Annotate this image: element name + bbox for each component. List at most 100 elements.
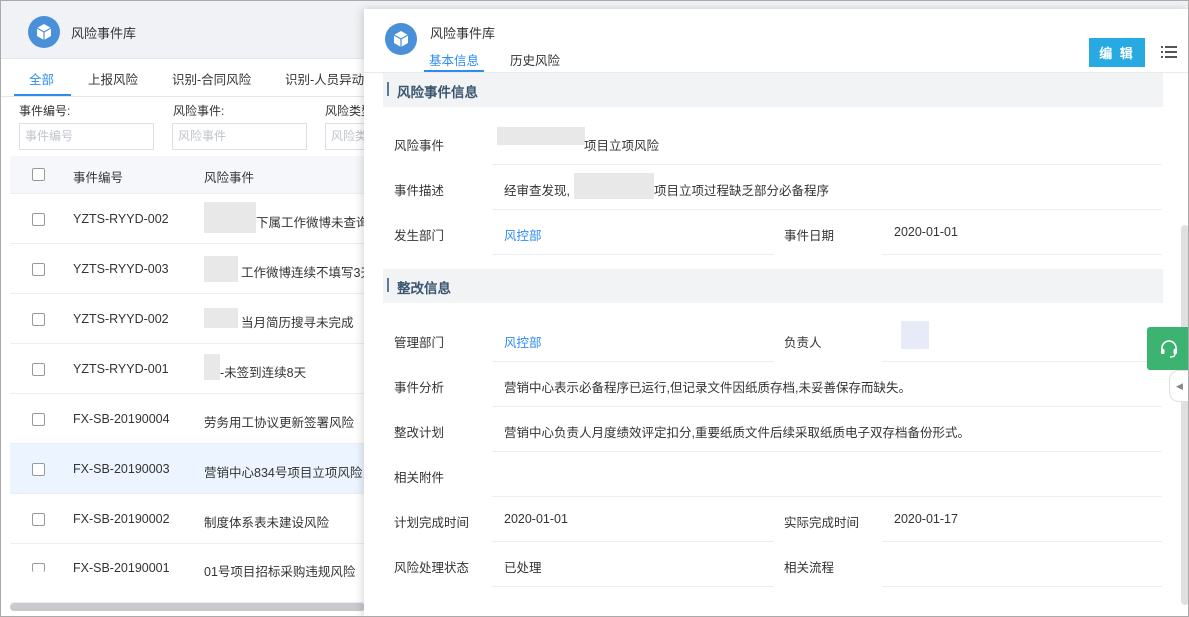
row-checkbox[interactable] [32, 363, 45, 376]
row-risk-event: 劳务用工协议更新签署风险 [204, 416, 355, 430]
row-risk-event: 制度体系表未建设风险 [204, 516, 330, 530]
row-risk-event: 工作微博连续不填写3天 [241, 266, 373, 280]
filter-label-event-code: 事件编号: [19, 104, 71, 118]
row-risk-event: -未签到连续8天 [220, 366, 307, 380]
value-event-desc-prefix: 经审查发现, [504, 184, 570, 198]
tab-all[interactable]: 全部 [29, 69, 54, 88]
redacted-block [204, 256, 238, 282]
header-event-code: 事件编号 [73, 171, 124, 185]
drawer-vertical-scrollbar[interactable] [1181, 225, 1188, 605]
tab-active-indicator [14, 94, 71, 96]
value-analysis: 营销中心表示必备程序已运行,但记录文件因纸质存档,未妥善保存而缺失。 [504, 381, 911, 395]
section-title: 风险事件信息 [397, 85, 478, 100]
row-checkbox[interactable] [32, 263, 45, 276]
app-window: 风险事件库 全部 上报风险 识别-合同风险 识别-人员异动 事件编号: 风险事件… [0, 0, 1189, 617]
drawer-body: 风险事件信息 风险事件 项目立项风险 事件描述 经审查发现, 项目立项过程缺乏部… [364, 73, 1176, 616]
value-plan: 营销中心负责人月度绩效评定扣分,重要纸质文件后续采取纸质电子双存档备份形式。 [504, 426, 970, 440]
tab-contract-risk[interactable]: 识别-合同风险 [172, 69, 251, 88]
redacted-avatar [901, 321, 929, 349]
section-title: 整改信息 [397, 281, 451, 296]
section-event-info: 风险事件信息 [383, 73, 1163, 107]
drawer-header: 风险事件库 基本信息 历史风险 编 辑 [364, 9, 1188, 73]
redacted-block [497, 127, 585, 145]
row-checkbox[interactable] [32, 463, 45, 476]
customer-service-button[interactable] [1147, 327, 1188, 370]
row-event-code: YZTS-RYYD-001 [73, 362, 169, 376]
redacted-block [574, 173, 654, 199]
row-risk-event: 当月简历搜寻未完成 [241, 316, 354, 330]
app-logo-icon [28, 16, 60, 48]
tab-basic-info[interactable]: 基本信息 [429, 50, 479, 69]
label-mgmt-dept: 管理部门 [394, 336, 445, 350]
select-all-checkbox[interactable] [32, 168, 45, 181]
value-actual-date: 2020-01-17 [894, 512, 958, 526]
row-event-code: FX-SB-20190003 [73, 462, 170, 476]
label-risk-event: 风险事件 [394, 139, 445, 153]
label-attachments: 相关附件 [394, 471, 445, 485]
row-checkbox[interactable] [32, 413, 45, 426]
header-risk-event: 风险事件 [204, 171, 255, 185]
row-risk-event: 下属工作微博未查询 [256, 216, 369, 230]
edit-button[interactable]: 编 辑 [1089, 38, 1145, 67]
tab-history-risk[interactable]: 历史风险 [510, 50, 560, 69]
value-mgmt-dept-link[interactable]: 风控部 [504, 332, 542, 351]
divider [492, 451, 1162, 452]
value-event-date: 2020-01-01 [894, 225, 958, 239]
row-event-code: YZTS-RYYD-003 [73, 262, 169, 276]
label-analysis: 事件分析 [394, 381, 445, 395]
event-code-input[interactable]: 事件编号 [19, 123, 154, 150]
row-event-code: YZTS-RYYD-002 [73, 212, 169, 226]
value-plan-date: 2020-01-01 [504, 512, 568, 526]
tab-personnel-change[interactable]: 识别-人员异动 [285, 69, 364, 88]
row-checkbox[interactable] [32, 513, 45, 526]
section-accent [387, 82, 389, 96]
risk-event-input[interactable]: 风险事件 [172, 123, 307, 150]
row-event-code: FX-SB-20190001 [73, 561, 170, 575]
collapse-arrow-icon[interactable]: ◀ [1169, 370, 1188, 402]
section-accent [387, 278, 389, 292]
divider [492, 586, 774, 587]
value-dept-link[interactable]: 风控部 [504, 225, 542, 244]
label-plan: 整改计划 [394, 426, 445, 440]
divider [492, 209, 1162, 210]
label-flow: 相关流程 [784, 561, 835, 575]
label-event-desc: 事件描述 [394, 184, 445, 198]
divider [492, 406, 1162, 407]
headset-icon [1160, 339, 1177, 358]
row-checkbox[interactable] [32, 563, 45, 572]
filter-label-risk-event: 风险事件: [173, 104, 225, 118]
list-menu-icon[interactable] [1161, 45, 1177, 59]
divider [882, 254, 1162, 255]
divider [492, 164, 1162, 165]
label-dept: 发生部门 [394, 229, 445, 243]
divider [492, 361, 774, 362]
divider [492, 254, 774, 255]
label-actual-date: 实际完成时间 [784, 516, 860, 530]
row-risk-event: 01号项目招标采购违规风险 [204, 565, 356, 579]
label-event-date: 事件日期 [784, 229, 835, 243]
row-event-code: YZTS-RYYD-002 [73, 312, 169, 326]
divider [492, 541, 774, 542]
row-event-code: FX-SB-20190004 [73, 412, 170, 426]
drawer-title: 风险事件库 [430, 26, 496, 41]
divider [882, 586, 1162, 587]
row-checkbox[interactable] [32, 313, 45, 326]
horizontal-scrollbar[interactable] [10, 603, 365, 611]
row-risk-event: 营销中心834号项目立项风险 [204, 466, 363, 480]
list-app-title: 风险事件库 [71, 26, 137, 41]
drawer-tab-indicator [424, 70, 484, 72]
label-status: 风险处理状态 [394, 561, 470, 575]
row-checkbox[interactable] [32, 213, 45, 226]
redacted-block [204, 308, 238, 328]
detail-drawer: 风险事件库 基本信息 历史风险 编 辑 风险事件信息 风险事件 项目立项风险 事… [364, 9, 1188, 616]
divider [882, 361, 1162, 362]
value-event-desc-suffix: 项目立项过程缺乏部分必备程序 [654, 184, 830, 198]
label-owner: 负责人 [784, 336, 822, 350]
redacted-block [204, 202, 256, 233]
tab-reported-risk[interactable]: 上报风险 [88, 69, 138, 88]
label-plan-date: 计划完成时间 [394, 516, 470, 530]
section-rectify-info: 整改信息 [383, 269, 1163, 303]
redacted-block [204, 354, 220, 380]
value-risk-event: 项目立项风险 [584, 139, 660, 153]
row-event-code: FX-SB-20190002 [73, 512, 170, 526]
